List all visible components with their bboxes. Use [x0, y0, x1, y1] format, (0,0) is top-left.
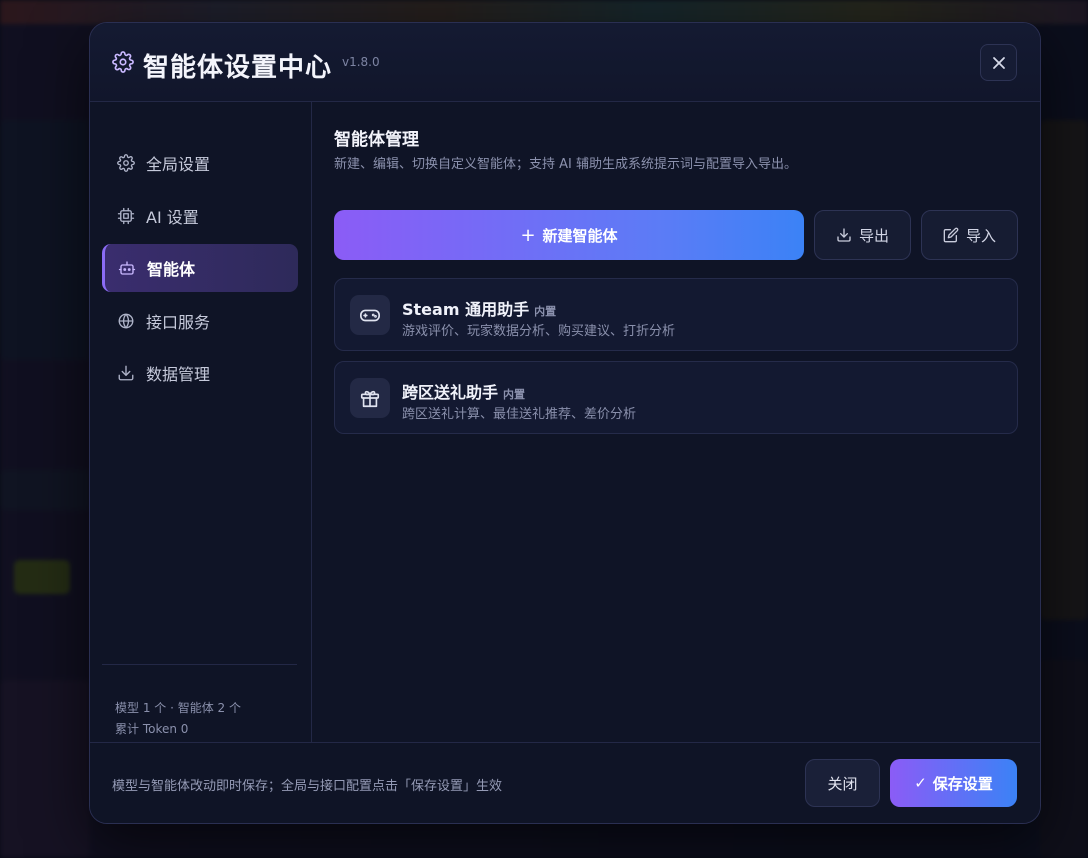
- save-label: 保存设置: [932, 774, 993, 793]
- agent-name: 跨区送礼助手 内置: [402, 379, 525, 403]
- stats-models-agents: 模型 1 个 · 智能体 2 个: [115, 701, 241, 715]
- new-agent-label: 新建智能体: [542, 226, 618, 245]
- sidebar-item-label: 接口服务: [146, 313, 211, 332]
- agent-name-text: 跨区送礼助手: [402, 383, 499, 402]
- modal-footer: 模型与智能体改动即时保存；全局与接口配置点击「保存设置」生效 关闭 ✓ 保存设置: [90, 742, 1040, 823]
- check-icon: ✓: [914, 774, 927, 792]
- agent-description: 游戏评价、玩家数据分析、购买建议、打折分析: [402, 324, 676, 339]
- export-label: 导出: [858, 226, 889, 245]
- footer-note: 模型与智能体改动即时保存；全局与接口配置点击「保存设置」生效: [112, 779, 503, 794]
- builtin-badge: 内置: [503, 388, 526, 401]
- modal-title: 智能体设置中心: [143, 53, 333, 83]
- close-icon: [992, 56, 1005, 69]
- sidebar-item-label: AI 设置: [146, 208, 199, 227]
- new-agent-button[interactable]: + 新建智能体: [334, 210, 804, 260]
- agent-card-steam[interactable]: Steam 通用助手 内置 游戏评价、玩家数据分析、购买建议、打折分析: [334, 278, 1018, 351]
- edit-icon: [943, 227, 959, 243]
- export-button[interactable]: 导出: [814, 210, 911, 260]
- sidebar-divider: [102, 664, 297, 665]
- gamepad-icon: [350, 295, 390, 335]
- settings-modal: 智能体设置中心 v1.8.0 全局设置 AI 设置 智能体 接口服务 数据管理 …: [89, 22, 1041, 824]
- modal-header: 智能体设置中心 v1.8.0: [90, 23, 1040, 102]
- robot-icon: [118, 261, 136, 275]
- agent-description: 跨区送礼计算、最佳送礼推荐、差价分析: [402, 407, 637, 422]
- close-label: 关闭: [827, 774, 858, 793]
- gear-icon: [117, 154, 135, 172]
- main-panel: 智能体管理 新建、编辑、切换自定义智能体；支持 AI 辅助生成系统提示词与配置导…: [313, 102, 1040, 742]
- save-settings-button[interactable]: ✓ 保存设置: [890, 759, 1017, 807]
- builtin-badge: 内置: [534, 305, 557, 318]
- gear-icon: [112, 51, 134, 73]
- sidebar-item-global-settings[interactable]: 全局设置: [102, 139, 298, 187]
- gift-icon: [350, 378, 390, 418]
- sidebar-item-data-management[interactable]: 数据管理: [102, 349, 298, 397]
- agent-name: Steam 通用助手 内置: [402, 296, 556, 320]
- section-title: 智能体管理: [334, 130, 419, 150]
- sidebar-item-api-services[interactable]: 接口服务: [102, 297, 298, 345]
- sidebar-item-ai-settings[interactable]: AI 设置: [102, 192, 298, 240]
- download-icon: [118, 365, 134, 381]
- chip-icon: [117, 207, 135, 225]
- import-label: 导入: [965, 226, 996, 245]
- stats-tokens: 累计 Token 0: [115, 722, 189, 736]
- close-button[interactable]: [980, 44, 1017, 81]
- sidebar-item-agents[interactable]: 智能体: [102, 244, 298, 292]
- import-button[interactable]: 导入: [921, 210, 1018, 260]
- plus-icon: +: [520, 224, 536, 246]
- sidebar-item-label: 全局设置: [146, 155, 211, 174]
- agent-name-text: Steam 通用助手: [402, 300, 530, 319]
- close-dialog-button[interactable]: 关闭: [805, 759, 880, 807]
- sidebar: 全局设置 AI 设置 智能体 接口服务 数据管理 模型 1 个 · 智能体 2 …: [90, 102, 312, 742]
- section-description: 新建、编辑、切换自定义智能体；支持 AI 辅助生成系统提示词与配置导入导出。: [334, 157, 797, 172]
- agent-card-gift[interactable]: 跨区送礼助手 内置 跨区送礼计算、最佳送礼推荐、差价分析: [334, 361, 1018, 434]
- download-icon: [837, 228, 851, 242]
- globe-icon: [118, 313, 134, 329]
- sidebar-item-label: 数据管理: [146, 365, 211, 384]
- sidebar-item-label: 智能体: [147, 260, 196, 279]
- version-label: v1.8.0: [342, 55, 380, 69]
